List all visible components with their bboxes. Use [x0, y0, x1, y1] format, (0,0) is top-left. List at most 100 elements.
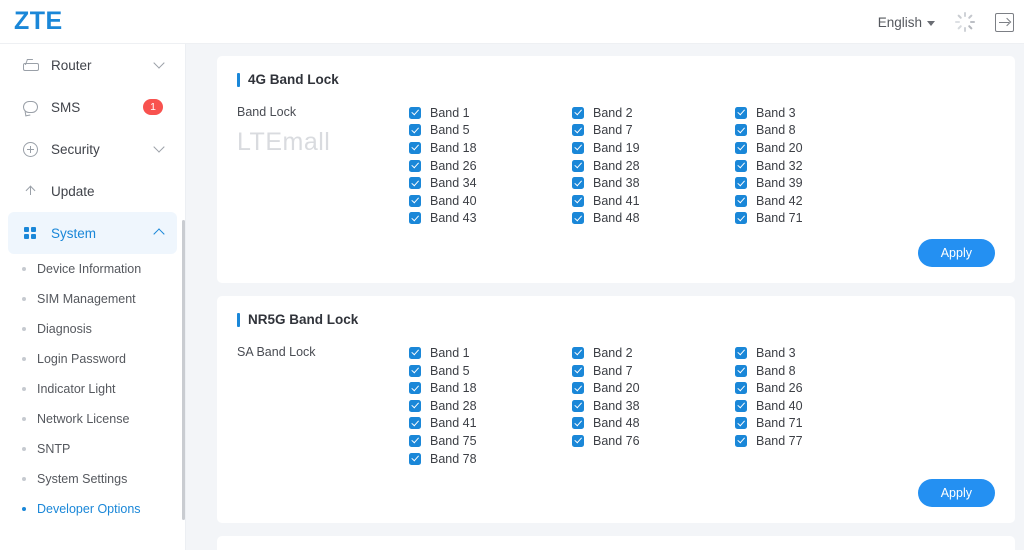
- checkbox-checked-icon[interactable]: [735, 399, 747, 412]
- checkbox-checked-icon[interactable]: [735, 124, 747, 137]
- checkbox-checked-icon[interactable]: [409, 106, 421, 119]
- checkbox-checked-icon[interactable]: [409, 434, 421, 447]
- band-checkbox-item[interactable]: Band 7: [572, 362, 735, 380]
- sidebar-nav[interactable]: Router SMS 1 Security Update System Device Inf…: [0, 44, 186, 550]
- checkbox-checked-icon[interactable]: [409, 399, 421, 412]
- checkbox-checked-icon[interactable]: [735, 417, 747, 430]
- checkbox-checked-icon[interactable]: [735, 434, 747, 447]
- band-checkbox-item[interactable]: Band 41: [572, 192, 735, 210]
- sidebar-subitem-device-information[interactable]: Device Information: [0, 254, 185, 284]
- checkbox-checked-icon[interactable]: [572, 399, 584, 412]
- language-selector[interactable]: English: [878, 15, 935, 30]
- band-checkbox-item[interactable]: Band 28: [409, 397, 572, 415]
- checkbox-checked-icon[interactable]: [409, 364, 421, 377]
- checkbox-checked-icon[interactable]: [572, 346, 584, 359]
- checkbox-checked-icon[interactable]: [735, 159, 747, 172]
- band-checkbox-item[interactable]: Band 18: [409, 139, 572, 157]
- sidebar-subitem-network-license[interactable]: Network License: [0, 404, 185, 434]
- band-checkbox-item[interactable]: Band 1: [409, 104, 572, 122]
- checkbox-checked-icon[interactable]: [409, 177, 421, 190]
- sidebar-subitem-diagnosis[interactable]: Diagnosis: [0, 314, 185, 344]
- checkbox-checked-icon[interactable]: [735, 194, 747, 207]
- checkbox-checked-icon[interactable]: [409, 194, 421, 207]
- band-checkbox-item[interactable]: Band 38: [572, 397, 735, 415]
- checkbox-checked-icon[interactable]: [735, 141, 747, 154]
- band-checkbox-item[interactable]: Band 39: [735, 174, 898, 192]
- sidebar-subitem-sim-management[interactable]: SIM Management: [0, 284, 185, 314]
- apply-button[interactable]: Apply: [917, 239, 995, 268]
- checkbox-checked-icon[interactable]: [409, 452, 421, 465]
- checkbox-checked-icon[interactable]: [572, 106, 584, 119]
- band-checkbox-item[interactable]: Band 77: [735, 432, 898, 450]
- checkbox-checked-icon[interactable]: [572, 124, 584, 137]
- band-checkbox-item[interactable]: Band 71: [735, 210, 898, 228]
- band-checkbox-item[interactable]: Band 40: [735, 397, 898, 415]
- checkbox-checked-icon[interactable]: [572, 177, 584, 190]
- band-checkbox-item[interactable]: Band 3: [735, 104, 898, 122]
- band-checkbox-item[interactable]: Band 41: [409, 415, 572, 433]
- checkbox-checked-icon[interactable]: [572, 417, 584, 430]
- band-checkbox-item[interactable]: Band 5: [409, 122, 572, 140]
- band-checkbox-item[interactable]: Band 2: [572, 344, 735, 362]
- band-checkbox-item[interactable]: Band 20: [572, 379, 735, 397]
- band-checkbox-item[interactable]: Band 76: [572, 432, 735, 450]
- checkbox-checked-icon[interactable]: [572, 141, 584, 154]
- checkbox-checked-icon[interactable]: [409, 417, 421, 430]
- checkbox-checked-icon[interactable]: [572, 382, 584, 395]
- checkbox-checked-icon[interactable]: [572, 434, 584, 447]
- band-checkbox-item[interactable]: Band 18: [409, 379, 572, 397]
- checkbox-checked-icon[interactable]: [572, 212, 584, 225]
- band-checkbox-item[interactable]: Band 28: [572, 157, 735, 175]
- checkbox-checked-icon[interactable]: [409, 212, 421, 225]
- band-checkbox-item[interactable]: Band 7: [572, 122, 735, 140]
- apply-button[interactable]: Apply: [917, 479, 995, 508]
- checkbox-checked-icon[interactable]: [409, 159, 421, 172]
- sidebar-item-security[interactable]: Security: [8, 128, 177, 170]
- checkbox-checked-icon[interactable]: [409, 124, 421, 137]
- band-checkbox-item[interactable]: Band 78: [409, 450, 572, 468]
- sidebar-subitem-sntp[interactable]: SNTP: [0, 434, 185, 464]
- sidebar-subitem-login-password[interactable]: Login Password: [0, 344, 185, 374]
- band-checkbox-item[interactable]: Band 42: [735, 192, 898, 210]
- checkbox-checked-icon[interactable]: [735, 177, 747, 190]
- band-checkbox-item[interactable]: Band 8: [735, 362, 898, 380]
- band-checkbox-item[interactable]: Band 34: [409, 174, 572, 192]
- logout-icon[interactable]: [995, 12, 1014, 32]
- band-checkbox-item[interactable]: Band 1: [409, 344, 572, 362]
- sidebar-item-sms[interactable]: SMS 1: [8, 86, 177, 128]
- sidebar-subitem-developer-options[interactable]: Developer Options: [0, 494, 185, 524]
- checkbox-checked-icon[interactable]: [572, 194, 584, 207]
- sidebar-subitem-system-settings[interactable]: System Settings: [0, 464, 185, 494]
- band-checkbox-item[interactable]: Band 8: [735, 122, 898, 140]
- band-checkbox-item[interactable]: Band 43: [409, 210, 572, 228]
- checkbox-checked-icon[interactable]: [735, 212, 747, 225]
- band-checkbox-item[interactable]: Band 19: [572, 139, 735, 157]
- sidebar-scrollbar[interactable]: [182, 220, 185, 520]
- band-checkbox-item[interactable]: Band 48: [572, 210, 735, 228]
- checkbox-checked-icon[interactable]: [572, 159, 584, 172]
- band-checkbox-item[interactable]: Band 75: [409, 432, 572, 450]
- sidebar-item-update[interactable]: Update: [8, 170, 177, 212]
- band-checkbox-item[interactable]: Band 20: [735, 139, 898, 157]
- band-checkbox-item[interactable]: Band 5: [409, 362, 572, 380]
- checkbox-checked-icon[interactable]: [735, 106, 747, 119]
- band-checkbox-item[interactable]: Band 26: [409, 157, 572, 175]
- checkbox-checked-icon[interactable]: [409, 382, 421, 395]
- checkbox-checked-icon[interactable]: [409, 141, 421, 154]
- checkbox-checked-icon[interactable]: [572, 364, 584, 377]
- band-checkbox-item[interactable]: Band 40: [409, 192, 572, 210]
- checkbox-checked-icon[interactable]: [409, 346, 421, 359]
- band-checkbox-item[interactable]: Band 26: [735, 379, 898, 397]
- refresh-spinner-icon[interactable]: [955, 12, 975, 32]
- sidebar-item-system[interactable]: System: [8, 212, 177, 254]
- band-checkbox-item[interactable]: Band 71: [735, 415, 898, 433]
- band-checkbox-item[interactable]: Band 2: [572, 104, 735, 122]
- band-checkbox-item[interactable]: Band 38: [572, 174, 735, 192]
- checkbox-checked-icon[interactable]: [735, 364, 747, 377]
- sidebar-item-router[interactable]: Router: [8, 44, 177, 86]
- checkbox-checked-icon[interactable]: [735, 346, 747, 359]
- checkbox-checked-icon[interactable]: [735, 382, 747, 395]
- band-checkbox-item[interactable]: Band 3: [735, 344, 898, 362]
- band-checkbox-item[interactable]: Band 48: [572, 415, 735, 433]
- sidebar-subitem-indicator-light[interactable]: Indicator Light: [0, 374, 185, 404]
